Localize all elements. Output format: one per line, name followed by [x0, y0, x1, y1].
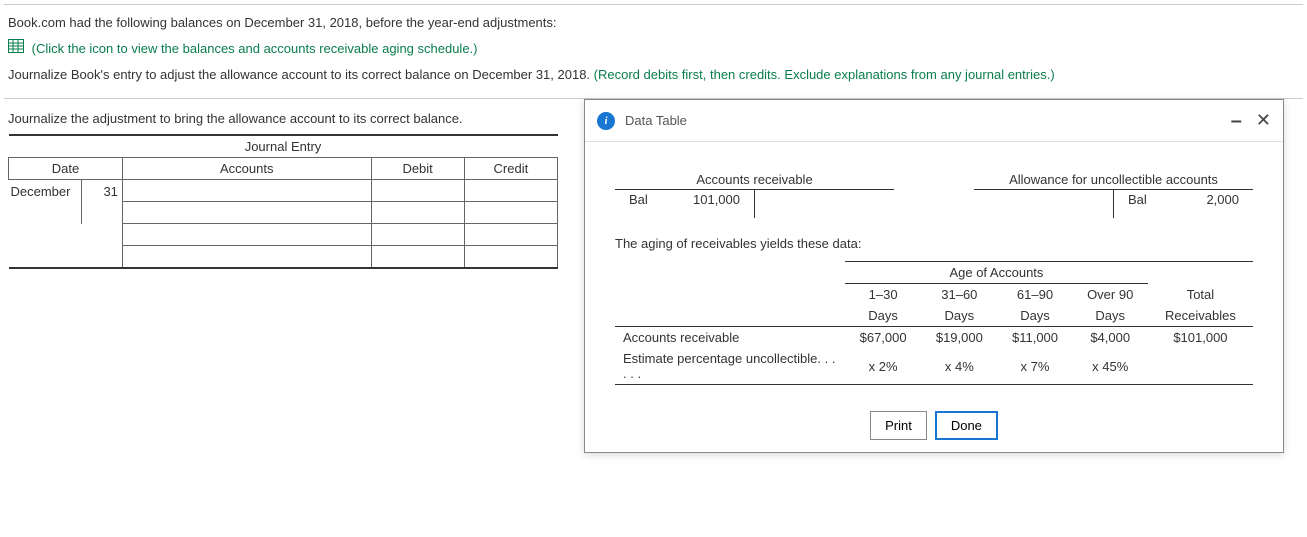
aging-table: Age of Accounts 1–30 31–60 61–90 Over 90… — [615, 261, 1253, 385]
credit-input-2[interactable] — [464, 202, 557, 224]
accounts-input-1[interactable] — [122, 180, 371, 202]
prompt-line-1: Book.com had the following balances on D… — [8, 13, 1299, 33]
date-day: 31 — [81, 180, 122, 202]
col-credit: Credit — [464, 158, 557, 180]
accounts-input-3[interactable] — [122, 224, 371, 246]
debit-input-3[interactable] — [371, 224, 464, 246]
journal-title: Journal Entry — [9, 135, 558, 158]
age-header: Age of Accounts — [845, 262, 1148, 284]
t-account-allowance: Allowance for uncollectible accounts Bal… — [974, 172, 1253, 218]
data-table-modal: i Data Table – ✕ Accounts receivable Bal… — [584, 99, 1284, 453]
print-button[interactable]: Print — [870, 411, 927, 440]
credit-input-3[interactable] — [464, 224, 557, 246]
debit-input-1[interactable] — [371, 180, 464, 202]
close-button[interactable]: ✕ — [1256, 110, 1271, 131]
date-month: December — [9, 180, 82, 202]
modal-title: Data Table — [625, 113, 1231, 128]
col-date: Date — [9, 158, 123, 180]
spreadsheet-icon — [8, 39, 24, 59]
info-icon: i — [597, 112, 615, 130]
minimize-button[interactable]: – — [1231, 116, 1242, 126]
credit-input-1[interactable] — [464, 180, 557, 202]
col-accounts: Accounts — [122, 158, 371, 180]
prompt-line-3: Journalize Book's entry to adjust the al… — [8, 65, 1299, 85]
credit-input-4[interactable] — [464, 246, 557, 268]
accounts-input-4[interactable] — [122, 246, 371, 268]
debit-input-4[interactable] — [371, 246, 464, 268]
debit-input-2[interactable] — [371, 202, 464, 224]
t-account-ar: Accounts receivable Bal101,000 — [615, 172, 894, 218]
view-schedule-link[interactable]: (Click the icon to view the balances and… — [8, 39, 1299, 59]
col-debit: Debit — [371, 158, 464, 180]
instruction-2: Journalize the adjustment to bring the a… — [8, 111, 558, 126]
journal-entry-table: Journal Entry Date Accounts Debit Credit… — [8, 134, 558, 269]
done-button[interactable]: Done — [935, 411, 998, 440]
accounts-input-2[interactable] — [122, 202, 371, 224]
link-text: (Click the icon to view the balances and… — [32, 41, 478, 56]
aging-note: The aging of receivables yields these da… — [615, 236, 1253, 251]
problem-header: Book.com had the following balances on D… — [4, 4, 1303, 99]
